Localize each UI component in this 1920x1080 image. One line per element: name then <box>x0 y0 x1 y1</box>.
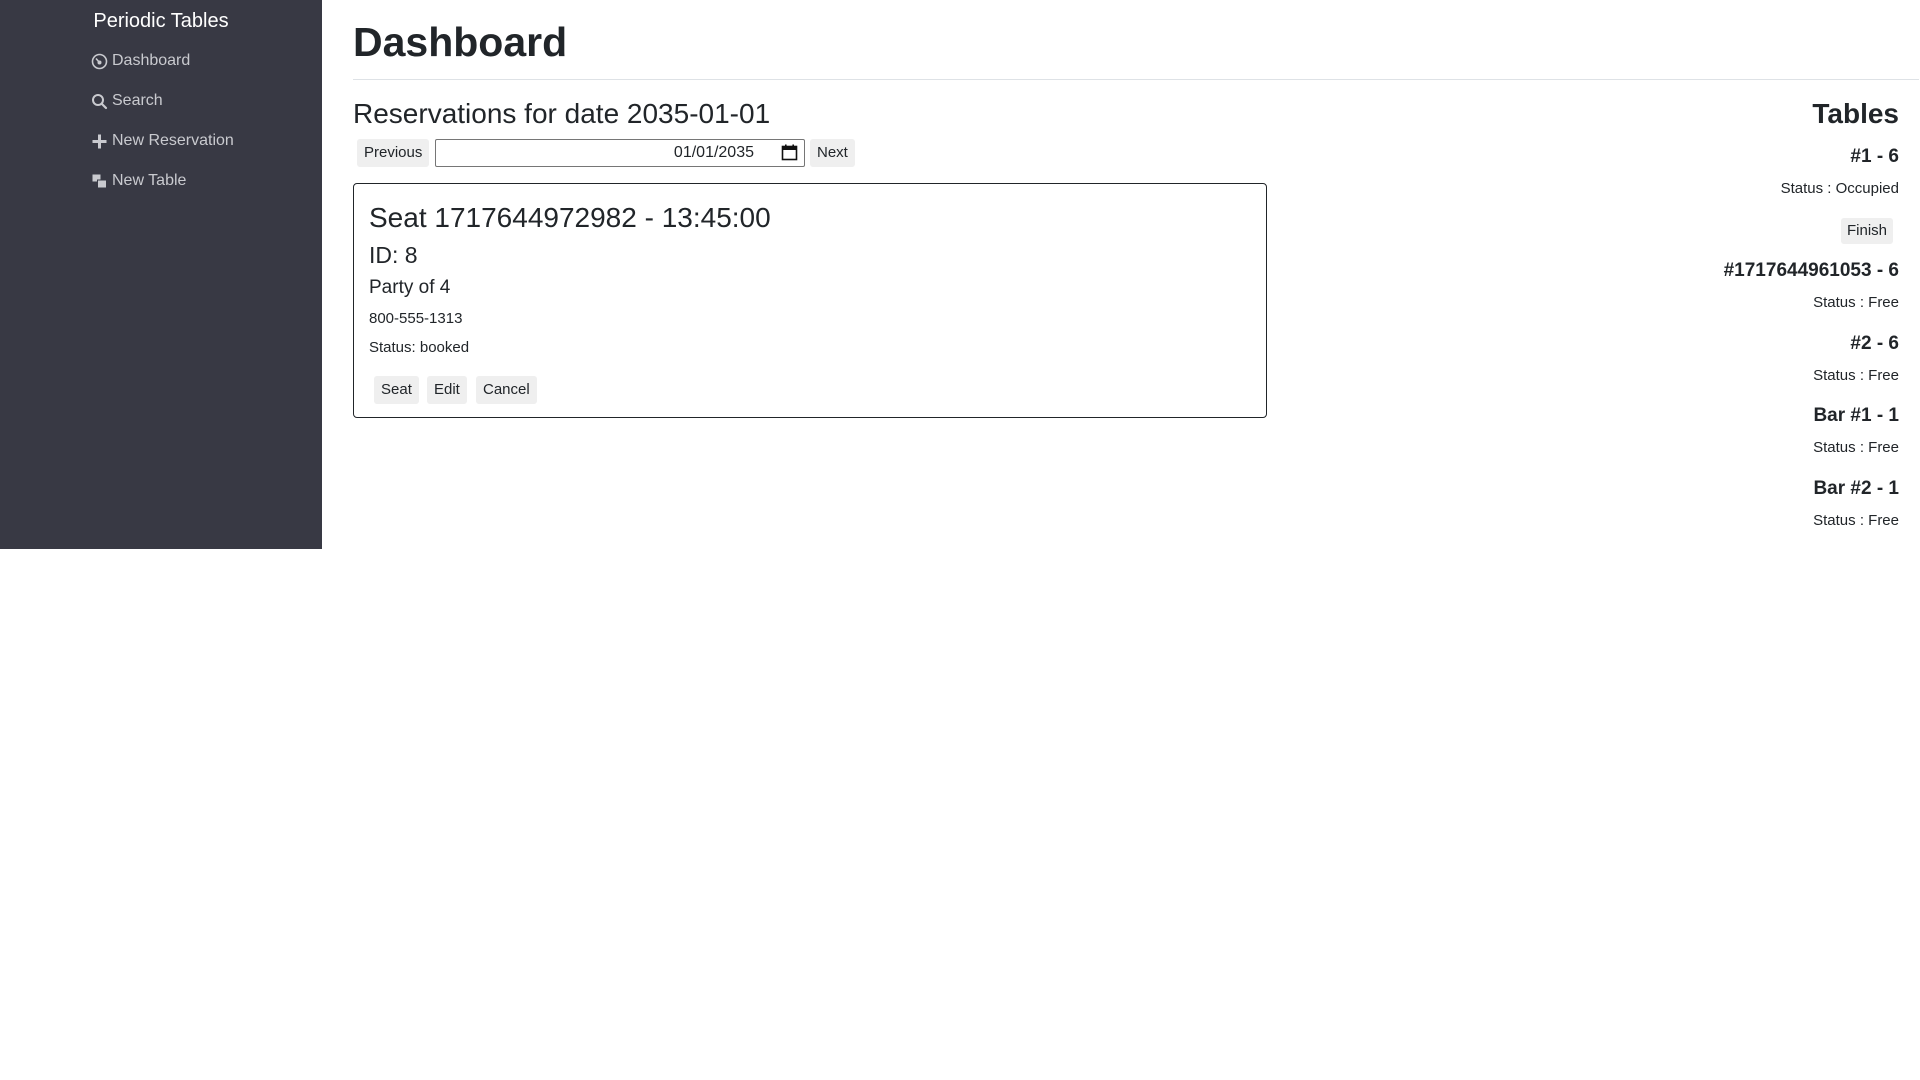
table-status: Status : Free <box>1813 294 1899 311</box>
table-name: #2 - 6 <box>1850 333 1899 354</box>
finish-button[interactable]: Finish <box>1840 218 1893 244</box>
previous-button[interactable]: Previous <box>357 139 430 167</box>
table-name: #1717644961053 - 6 <box>1723 260 1899 281</box>
reservation-title: Seat 1717644972982 - 13:45:00 <box>369 202 771 233</box>
next-button[interactable]: Next <box>810 139 855 167</box>
brand-title[interactable]: Periodic Tables <box>0 8 322 34</box>
edit-button[interactable]: Edit <box>427 376 467 404</box>
reservation-card: Seat 1717644972982 - 13:45:00 ID: 8 Part… <box>353 183 1267 418</box>
table-status: Status : Occupied <box>1780 180 1899 197</box>
page-title: Dashboard <box>353 19 568 65</box>
seat-button[interactable]: Seat <box>374 376 419 404</box>
main-content: Dashboard Reservations for date 2035-01-… <box>353 0 1920 1080</box>
nav-label-search: Search <box>112 92 163 109</box>
reservations-heading: Reservations for date 2035-01-01 <box>353 98 771 129</box>
nav-item-dashboard[interactable]: Dashboard <box>91 50 190 72</box>
table-name: #1 - 6 <box>1850 146 1899 167</box>
nav-label-new-reservation: New Reservation <box>112 132 234 149</box>
cancel-button[interactable]: Cancel <box>476 376 537 404</box>
reservation-id: ID: 8 <box>369 242 418 268</box>
layers-icon <box>91 173 108 190</box>
reservation-party: Party of 4 <box>369 277 451 298</box>
table-status: Status : Free <box>1813 512 1899 529</box>
table-status: Status : Free <box>1813 367 1899 384</box>
reservation-status: Status: booked <box>369 339 470 356</box>
table-status: Status : Free <box>1813 439 1899 456</box>
sidebar: Periodic Tables Dashboard Search New Res… <box>0 0 322 549</box>
header-divider <box>353 79 1919 80</box>
nav-item-new-table[interactable]: New Table <box>91 170 186 192</box>
table-name: Bar #2 - 1 <box>1813 478 1899 499</box>
date-value: 01/01/2035 <box>673 144 754 161</box>
table-name: Bar #1 - 1 <box>1813 405 1899 426</box>
reservation-phone: 800-555-1313 <box>369 310 463 327</box>
tables-heading: Tables <box>1812 98 1899 129</box>
dashboard-icon <box>91 53 108 70</box>
nav-label-new-table: New Table <box>112 172 187 189</box>
nav-item-search[interactable]: Search <box>91 90 163 112</box>
date-input[interactable]: 01/01/2035 <box>435 139 805 167</box>
calendar-icon[interactable] <box>781 144 798 161</box>
plus-icon <box>91 133 108 150</box>
nav-item-new-reservation[interactable]: New Reservation <box>91 130 234 152</box>
search-icon <box>91 93 108 110</box>
nav-label-dashboard: Dashboard <box>112 52 191 69</box>
